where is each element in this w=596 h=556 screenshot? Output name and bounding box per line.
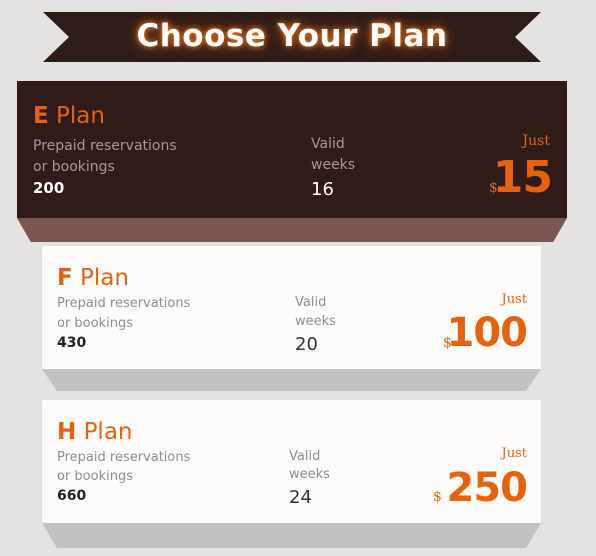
plan-title: E Plan [33,102,105,130]
valid-label-line2: weeks [311,157,356,173]
valid-label-line1: Valid [289,449,321,464]
price-value: 15 [492,152,553,203]
valid-label-line1: Valid [295,295,327,310]
bookings-value: 200 [33,179,65,197]
valid-label-line2: weeks [289,467,330,482]
price-value: 100 [446,310,528,356]
price-prefix: Just [501,292,527,307]
bookings-label-line1: Prepaid reservations [33,138,177,154]
plan-title: H Plan [57,418,133,446]
valid-label-line1: Valid [311,136,345,152]
currency-symbol: $ [433,489,442,505]
valid-weeks-value: 16 [311,179,334,200]
plan-card-h[interactable]: H Plan Prepaid reservations or bookings … [42,400,541,548]
price-prefix: Just [501,446,527,461]
plan-letter: H [57,419,77,445]
plan-card-f[interactable]: F Plan Prepaid reservations or bookings … [42,246,541,391]
plan-word: Plan [56,103,105,129]
price-value: 250 [446,465,528,511]
plan-card-e[interactable]: E Plan Prepaid reservations or bookings … [17,81,567,242]
valid-label-line2: weeks [295,314,336,329]
bookings-label-line2: or bookings [57,316,133,331]
page-title: Choose Your Plan [136,18,448,54]
valid-weeks-value: 24 [289,487,312,508]
bookings-label-line2: or bookings [33,159,115,175]
bookings-label-line1: Prepaid reservations [57,450,191,465]
bookings-label-line2: or bookings [57,469,133,484]
plan-word: Plan [83,419,133,445]
plan-letter: F [57,265,73,291]
bookings-value: 660 [57,488,87,504]
bookings-value: 430 [57,335,87,351]
plan-word: Plan [80,265,129,291]
bookings-label-line1: Prepaid reservations [57,296,191,311]
price-prefix: Just [522,133,550,149]
plan-letter: E [33,103,49,129]
valid-weeks-value: 20 [295,334,318,355]
plan-banner: Choose Your Plan [43,12,541,62]
plan-title: F Plan [57,264,129,292]
